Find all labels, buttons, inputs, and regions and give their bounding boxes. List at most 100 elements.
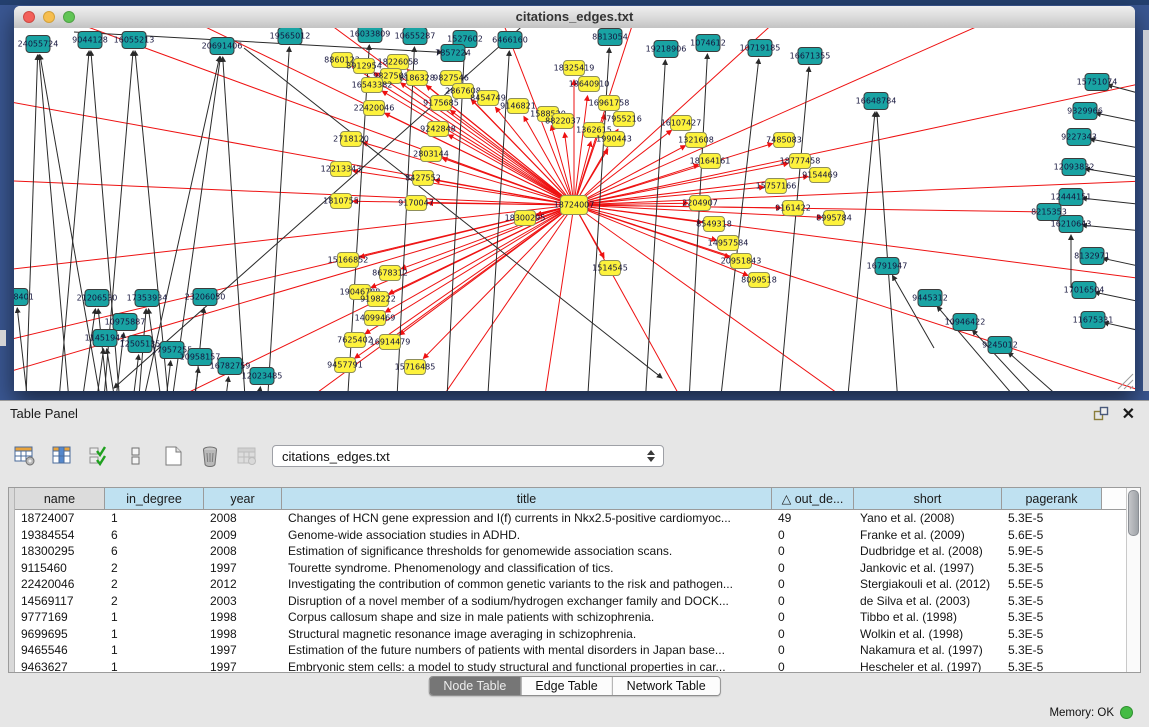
table-header-row: namein_degreeyeartitle△ out_de...shortpa… — [15, 488, 1126, 510]
cell-name: 9777169 — [15, 610, 105, 624]
node-table: namein_degreeyeartitle△ out_de...shortpa… — [8, 487, 1141, 673]
node-label: 19218906 — [646, 45, 687, 54]
table-row[interactable]: 1872400712008Changes of HCN gene express… — [15, 510, 1126, 527]
black-edge — [164, 57, 220, 391]
cell-out_de: 0 — [772, 528, 854, 542]
cell-short: Jankovic et al. (1997) — [854, 561, 1002, 575]
cell-title: Estimation of significance thresholds fo… — [282, 544, 772, 558]
cell-short: Nakamura et al. (1997) — [854, 643, 1002, 657]
panel-title: Table Panel — [10, 406, 78, 421]
node-label: 1074612 — [690, 39, 726, 48]
float-panel-icon[interactable] — [1093, 406, 1109, 422]
column-header-out_de[interactable]: △ out_de... — [772, 488, 854, 509]
table-row[interactable]: 1830029562008Estimation of significance … — [15, 543, 1126, 560]
cell-out_de: 0 — [772, 577, 854, 591]
node-label: 7485083 — [766, 136, 802, 145]
background-window-edge — [1143, 30, 1149, 391]
delete-column-button[interactable] — [197, 443, 223, 469]
cell-name: 9115460 — [15, 561, 105, 575]
node-label: 19565012 — [270, 32, 311, 41]
column-header-in_degree[interactable]: in_degree — [105, 488, 204, 509]
red-edge — [363, 142, 574, 205]
table-settings-button[interactable] — [12, 443, 38, 469]
network-table-select[interactable]: citations_edges.txt — [272, 445, 664, 467]
node-label: 10719185 — [740, 44, 781, 53]
node-label: 1321608 — [678, 136, 714, 145]
table-row[interactable]: 911546021997Tourette syndrome. Phenomeno… — [15, 560, 1126, 577]
table-vertical-scrollbar[interactable] — [1126, 488, 1140, 672]
cell-pagerank: 5.3E-5 — [1002, 643, 1102, 657]
table-row[interactable]: 946554611997Estimation of the future num… — [15, 642, 1126, 659]
row-height-button[interactable] — [123, 443, 149, 469]
node-label: 17016504 — [1064, 286, 1105, 295]
cell-name: 18300295 — [15, 544, 105, 558]
cell-in_degree: 1 — [105, 610, 204, 624]
cell-year: 1997 — [204, 643, 282, 657]
column-header-pagerank[interactable]: pagerank — [1002, 488, 1102, 509]
close-panel-icon[interactable]: ✕ — [1122, 404, 1135, 424]
cell-year: 2008 — [204, 511, 282, 525]
node-label: 16961758 — [589, 99, 630, 108]
black-edge — [17, 308, 34, 391]
cell-title: Corpus callosum shape and size in male p… — [282, 610, 772, 624]
node-label: 18164161 — [690, 157, 731, 166]
node-label: 15751074 — [1077, 78, 1118, 87]
window-titlebar[interactable]: citations_edges.txt — [14, 6, 1135, 29]
cell-pagerank: 5.3E-5 — [1002, 594, 1102, 608]
background-window-notch — [0, 330, 6, 346]
node-label: 9175685 — [423, 99, 459, 108]
cell-in_degree: 1 — [105, 511, 204, 525]
node-label: 17353934 — [127, 294, 168, 303]
node-label: 16671355 — [790, 52, 831, 61]
node-label: 9170047 — [398, 199, 434, 208]
node-label: 9242848 — [420, 125, 456, 134]
cell-out_de: 0 — [772, 594, 854, 608]
cell-short: Dudbridge et al. (2008) — [854, 544, 1002, 558]
node-label: 8132971 — [1074, 252, 1110, 261]
table-row[interactable]: 2242004622012Investigating the contribut… — [15, 576, 1126, 593]
red-edge — [385, 113, 574, 205]
node-label: 15166852 — [328, 256, 369, 265]
node-label: 16210643 — [1051, 220, 1092, 229]
table-row[interactable]: 946362711997Embryonic stem cells: a mode… — [15, 659, 1126, 673]
node-label: 2803144 — [413, 150, 449, 159]
column-header-title[interactable]: title — [282, 488, 772, 509]
cell-in_degree: 2 — [105, 561, 204, 575]
red-edge — [400, 205, 574, 335]
column-header-name[interactable]: name — [15, 488, 105, 509]
canvas-resize-grip[interactable] — [1118, 374, 1133, 389]
tab-node-table[interactable]: Node Table — [429, 677, 520, 695]
table-row[interactable]: 1456911722003Disruption of a novel membe… — [15, 593, 1126, 610]
node-label: 9245012 — [982, 341, 1018, 350]
column-header-year[interactable]: year — [204, 488, 282, 509]
node-label: 8822037 — [545, 117, 581, 126]
show-columns-button[interactable] — [49, 443, 75, 469]
scrollbar-thumb[interactable] — [1128, 490, 1139, 536]
new-column-button[interactable] — [160, 443, 186, 469]
node-label: 18724007 — [554, 201, 595, 210]
table-row[interactable]: 977716911998Corpus callosum shape and si… — [15, 609, 1126, 626]
black-edge — [218, 377, 229, 391]
desktop-top-strip — [0, 0, 1149, 5]
cell-title: Genome-wide association studies in ADHD. — [282, 528, 772, 542]
black-edge — [877, 112, 902, 391]
memory-status-label: Memory: OK — [1049, 707, 1114, 719]
node-label: 21206530 — [77, 294, 118, 303]
table-row[interactable]: 1938455462009Genome-wide association stu… — [15, 527, 1126, 544]
red-edge — [574, 96, 588, 205]
column-header-short[interactable]: short — [854, 488, 1002, 509]
tab-network-table[interactable]: Network Table — [612, 677, 720, 695]
cell-year: 2003 — [204, 594, 282, 608]
black-edge — [1090, 139, 1135, 158]
table-row[interactable]: 969969511998Structural magnetic resonanc… — [15, 626, 1126, 643]
node-label: 2718120 — [333, 135, 369, 144]
red-edge — [385, 205, 574, 312]
network-canvas[interactable]: 2405572490441281605521320691406195650121… — [14, 28, 1135, 391]
node-label: 1810755 — [323, 197, 359, 206]
cell-pagerank: 5.3E-5 — [1002, 511, 1102, 525]
tab-edge-table[interactable]: Edge Table — [520, 677, 611, 695]
memory-status-led[interactable] — [1120, 706, 1133, 719]
black-edge — [1104, 322, 1135, 343]
select-mode-button[interactable] — [86, 443, 112, 469]
cell-short: Franke et al. (2009) — [854, 528, 1002, 542]
